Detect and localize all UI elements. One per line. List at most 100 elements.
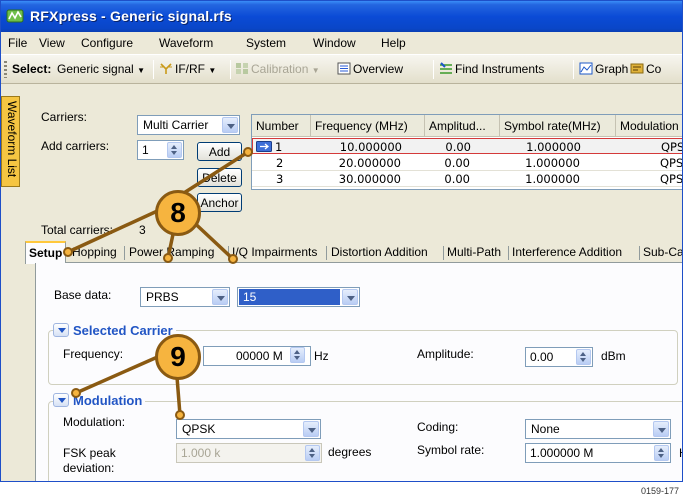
tab-separator bbox=[326, 246, 327, 260]
graph-label: Graph bbox=[595, 62, 629, 76]
tab-setup[interactable]: Setup bbox=[25, 241, 67, 264]
calibration-button[interactable]: Calibration ▼ bbox=[235, 62, 320, 76]
menu-configure[interactable]: Configure bbox=[81, 36, 133, 50]
collapse-icon[interactable] bbox=[53, 323, 69, 337]
chevron-down-icon: ▼ bbox=[137, 66, 145, 75]
fsk-deviation-value: 1.000 k bbox=[181, 446, 221, 460]
tab-iq-impairments[interactable]: I/Q Impairments bbox=[232, 243, 317, 263]
symbol-rate-label: Symbol rate: bbox=[417, 443, 485, 457]
toolbar-separator bbox=[573, 60, 574, 79]
waveform-list-tab[interactable]: Waveform List bbox=[1, 96, 20, 187]
carriers-dropdown[interactable]: Multi Carrier bbox=[137, 115, 240, 135]
prbs-order-dropdown[interactable]: 15 bbox=[237, 287, 360, 307]
instrument-icon bbox=[630, 63, 644, 74]
tab-power-ramping[interactable]: Power Ramping bbox=[129, 243, 214, 263]
graph-button[interactable]: Graph bbox=[579, 62, 628, 76]
callout-8: 8 bbox=[155, 190, 201, 236]
graph-icon bbox=[579, 62, 593, 75]
row-pointer-icon bbox=[256, 141, 272, 152]
select-dropdown[interactable]: Generic signal ▼ bbox=[57, 62, 145, 76]
menu-window[interactable]: Window bbox=[313, 36, 356, 50]
stepper-arrows-icon[interactable] bbox=[305, 445, 320, 461]
coding-value: None bbox=[531, 422, 560, 436]
add-carriers-stepper[interactable]: 1 bbox=[137, 140, 184, 160]
app-window: RFXpress - Generic signal.rfs File View … bbox=[0, 0, 683, 482]
stepper-arrows-icon[interactable] bbox=[654, 445, 669, 461]
if-rf-label: IF/RF bbox=[175, 62, 205, 76]
waveform-list-label: Waveform List bbox=[5, 101, 19, 178]
menu-view[interactable]: View bbox=[39, 36, 65, 50]
delete-button[interactable]: Delete bbox=[197, 168, 242, 187]
menu-help[interactable]: Help bbox=[381, 36, 406, 50]
cell-frequency: 10.000000 bbox=[339, 140, 402, 154]
column-header-frequency[interactable]: Frequency (MHz) bbox=[311, 115, 425, 137]
modulation-group-title-text: Modulation bbox=[73, 393, 143, 408]
frequency-unit: Hz bbox=[314, 349, 329, 363]
table-header: Number Frequency (MHz) Amplitud... Symbo… bbox=[252, 115, 682, 137]
menu-waveform[interactable]: Waveform bbox=[159, 36, 213, 50]
total-carriers-label: Total carriers: bbox=[41, 223, 114, 237]
fsk-peak-label: FSK peak bbox=[63, 446, 116, 460]
fsk-deviation-field[interactable]: 1.000 k bbox=[176, 443, 322, 463]
base-data-dropdown[interactable]: PRBS bbox=[140, 287, 230, 307]
tab-hopping[interactable]: Hopping bbox=[72, 243, 117, 263]
chevron-down-icon bbox=[342, 289, 358, 305]
amplitude-field[interactable]: 0.00 bbox=[525, 347, 593, 367]
find-instruments-button[interactable]: Find Instruments bbox=[439, 62, 544, 76]
symbol-rate-value: 1.000000 M bbox=[530, 446, 594, 460]
modulation-group-title[interactable]: Modulation bbox=[53, 393, 146, 408]
table-row[interactable]: 2 20.000000 0.00 1.000000 QPS bbox=[252, 155, 682, 171]
column-header-symbol-rate[interactable]: Symbol rate(MHz) bbox=[500, 115, 616, 137]
overview-label: Overview bbox=[353, 62, 404, 76]
frequency-stepper-icon[interactable] bbox=[290, 347, 305, 363]
coding-dropdown[interactable]: None bbox=[525, 419, 671, 439]
title-bar[interactable]: RFXpress - Generic signal.rfs bbox=[1, 1, 682, 32]
collapse-icon[interactable] bbox=[53, 393, 69, 407]
column-header-modulation[interactable]: Modulation bbox=[616, 115, 682, 137]
tab-separator bbox=[639, 246, 640, 260]
stepper-arrows-icon[interactable] bbox=[167, 142, 182, 158]
toolbar-grip[interactable] bbox=[4, 61, 7, 78]
select-label: Select: bbox=[12, 62, 52, 76]
add-button[interactable]: Add bbox=[197, 142, 242, 161]
cell-number: 1 bbox=[275, 140, 283, 154]
menu-system[interactable]: System bbox=[246, 36, 286, 50]
tab-separator bbox=[508, 246, 509, 260]
overview-icon bbox=[337, 62, 351, 75]
tab-separator bbox=[228, 246, 229, 260]
cell-amplitude: 0.00 bbox=[444, 156, 470, 170]
modulation-dropdown[interactable]: QPSK bbox=[176, 419, 321, 439]
chevron-down-icon bbox=[222, 117, 238, 133]
overview-button[interactable]: Overview bbox=[337, 62, 403, 76]
symbol-rate-field[interactable]: 1.000000 M bbox=[525, 443, 671, 463]
callout-9: 9 bbox=[155, 334, 201, 380]
selected-carrier-title[interactable]: Selected Carrier bbox=[53, 323, 176, 338]
tab-distortion-addition[interactable]: Distortion Addition bbox=[331, 243, 428, 263]
if-rf-dropdown[interactable]: IF/RF ▼ bbox=[159, 62, 216, 76]
table-row[interactable]: 3 30.000000 0.00 1.000000 QPS bbox=[252, 171, 682, 187]
add-carriers-count: 1 bbox=[142, 143, 149, 157]
cell-symbol-rate: 1.000000 bbox=[525, 172, 580, 186]
tab-sub-carrier[interactable]: Sub-Carri bbox=[643, 243, 682, 263]
tab-multi-path[interactable]: Multi-Path bbox=[447, 243, 501, 263]
prbs-order-value: 15 bbox=[243, 290, 257, 304]
column-header-amplitude[interactable]: Amplitud... bbox=[425, 115, 500, 137]
amplitude-value: 0.00 bbox=[530, 350, 554, 364]
carrier-table[interactable]: Number Frequency (MHz) Amplitud... Symbo… bbox=[251, 114, 682, 190]
modulation-value: QPSK bbox=[182, 422, 216, 436]
main-toolbar: Select: Generic signal ▼ IF/RF ▼ Calibra… bbox=[1, 54, 682, 84]
anchor-button[interactable]: Anchor bbox=[197, 193, 242, 212]
column-header-number[interactable]: Number bbox=[252, 115, 311, 137]
menu-file[interactable]: File bbox=[8, 36, 27, 50]
window-title: RFXpress - Generic signal.rfs bbox=[30, 8, 232, 24]
carriers-value: Multi Carrier bbox=[143, 118, 209, 132]
table-row[interactable]: 1 10.000000 0.00 1.000000 QPS bbox=[252, 138, 682, 154]
cell-number: 3 bbox=[276, 172, 284, 186]
chevron-down-icon bbox=[653, 421, 669, 437]
symbol-rate-unit: Hz bbox=[679, 446, 682, 460]
chevron-down-icon: ▼ bbox=[311, 66, 320, 75]
chevron-down-icon bbox=[303, 421, 319, 437]
stepper-arrows-icon[interactable] bbox=[576, 349, 591, 365]
clipped-toolbar-button[interactable]: Co bbox=[630, 62, 661, 76]
tab-interference-addition[interactable]: Interference Addition bbox=[512, 243, 622, 263]
